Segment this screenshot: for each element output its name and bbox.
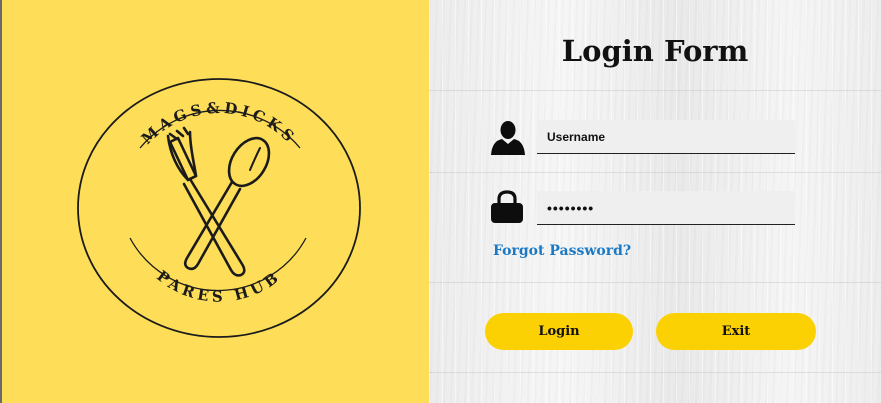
page-title: Login Form bbox=[561, 34, 749, 68]
username-field[interactable]: Username bbox=[537, 120, 795, 154]
lock-icon bbox=[491, 190, 523, 223]
username-value: Username bbox=[547, 130, 606, 144]
password-value: •••••••• bbox=[547, 200, 595, 216]
forgot-password-link[interactable]: Forgot Password? bbox=[493, 243, 631, 259]
user-icon bbox=[491, 121, 525, 155]
logo-top-text: MAGS&DICKS bbox=[138, 99, 301, 148]
password-field[interactable]: •••••••• bbox=[537, 191, 795, 225]
logo-bottom-text: PARES HUB bbox=[153, 267, 284, 306]
mags-dicks-logo: MAGS&DICKS PARES HUB bbox=[74, 76, 364, 340]
login-panel: Login Form Username •••••••• Forgot Pass… bbox=[429, 0, 881, 403]
logo-panel: MAGS&DICKS PARES HUB bbox=[0, 0, 429, 403]
exit-button[interactable]: Exit bbox=[656, 313, 816, 350]
login-button[interactable]: Login bbox=[485, 313, 633, 350]
